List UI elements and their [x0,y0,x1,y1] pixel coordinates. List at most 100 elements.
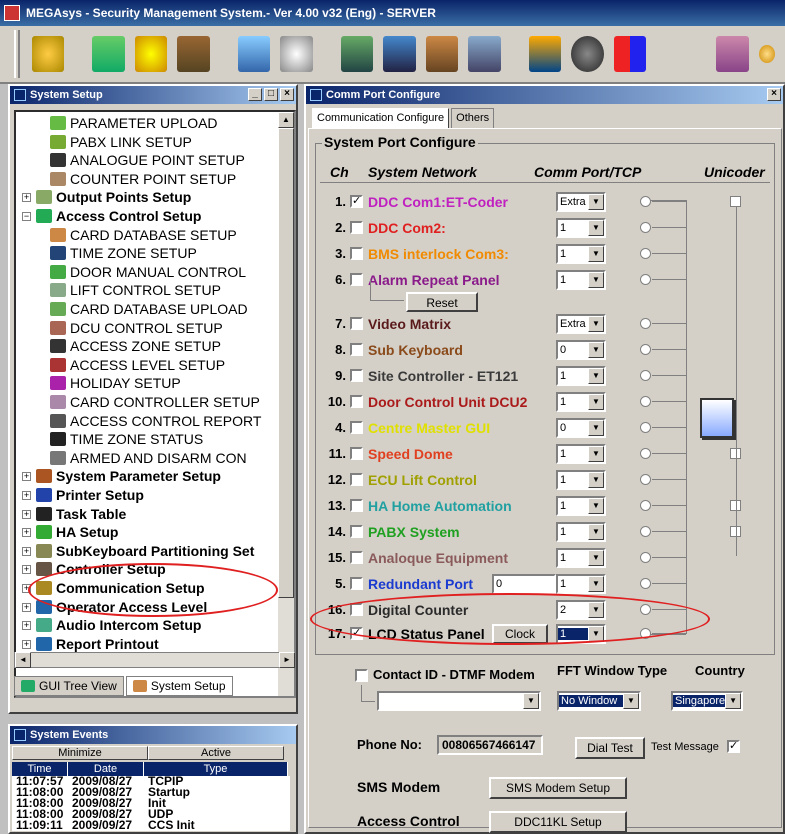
cards-icon[interactable] [177,36,210,72]
tree-item[interactable]: Output Points Setup [36,188,191,206]
country-select[interactable]: Singapore ▼ [671,691,743,711]
expand-toggle[interactable]: + [22,621,31,631]
channel-radio[interactable] [640,422,651,433]
comm-port-select[interactable]: 0 ▼ [556,418,606,438]
expand-toggle[interactable]: + [22,528,31,538]
redundant-ip-field[interactable]: 0 [492,574,556,594]
expand-toggle[interactable]: − [22,212,31,221]
expand-toggle[interactable]: + [22,639,31,649]
tab-gui-tree-view[interactable]: GUI Tree View [14,676,124,696]
close-button[interactable]: × [280,88,294,101]
tree-item[interactable]: ARMED AND DISARM CON [50,449,247,467]
channel-checkbox[interactable] [350,421,363,434]
tree-vertical-scrollbar[interactable]: ▲ [278,112,294,696]
minimize-events-button[interactable]: Minimize [12,746,148,760]
tree-item[interactable]: ACCESS CONTROL REPORT [50,412,261,430]
events-list[interactable]: 11:07:57 2009/08/27 TCPIP 11:08:00 2009/08/2… [12,775,290,831]
tree-item[interactable]: COUNTER POINT SETUP [50,170,236,188]
tree-item[interactable]: Access Control Setup [36,207,201,225]
comm-port-select[interactable]: 1 ▼ [556,366,606,386]
channel-checkbox[interactable] [350,525,363,538]
channel-checkbox[interactable] [350,551,363,564]
comm-port-select[interactable]: 1 ▼ [556,218,606,238]
report-icon[interactable] [340,36,374,72]
globe-icon[interactable] [571,36,604,72]
channel-radio[interactable] [640,552,651,563]
tools-icon[interactable] [468,36,501,72]
active-events-button[interactable]: Active [148,746,284,760]
fft-window-select[interactable]: No Window ▼ [557,691,641,711]
expand-toggle[interactable]: + [22,472,31,482]
comm-port-select[interactable]: 1 ▼ [556,548,606,568]
comm-port-select[interactable]: 1 ▼ [556,496,606,516]
channel-radio[interactable] [640,474,651,485]
minimize-button[interactable]: _ [248,88,262,101]
tree-item[interactable]: CARD DATABASE UPLOAD [50,300,248,318]
reset-button[interactable]: Reset [406,292,478,312]
channel-checkbox[interactable] [350,247,363,260]
tree-item[interactable]: CARD CONTROLLER SETUP [50,393,260,411]
channel-checkbox[interactable] [350,395,363,408]
tree-item[interactable]: TIME ZONE STATUS [50,430,203,448]
tree-item[interactable]: Audio Intercom Setup [36,616,201,634]
tree-item[interactable]: CARD DATABASE SETUP [50,226,237,244]
tree-item[interactable]: ANALOGUE POINT SETUP [50,151,245,169]
tree-item[interactable]: DCU CONTROL SETUP [50,319,223,337]
comm-port-select[interactable]: 1 ▼ [556,270,606,290]
sms-modem-setup-button[interactable]: SMS Modem Setup [489,777,627,799]
ddc11kl-setup-button[interactable]: DDC11KL Setup [489,811,627,833]
expand-toggle[interactable]: + [22,509,31,519]
grid-icon[interactable] [716,36,749,72]
comm-port-select[interactable]: Extra ▼ [556,314,606,334]
channel-radio[interactable] [640,500,651,511]
clock-icon[interactable] [280,36,313,72]
comm-port-select[interactable]: 1 ▼ [556,522,606,542]
expand-toggle[interactable]: + [22,491,31,500]
comm-port-select[interactable]: Extra ▼ [556,192,606,212]
channel-checkbox[interactable] [350,317,363,330]
dial-test-button[interactable]: Dial Test [575,737,645,759]
tab-system-setup[interactable]: System Setup [125,676,233,696]
channel-radio[interactable] [640,344,651,355]
comm-port-select[interactable]: 1 ▼ [556,444,606,464]
close-button[interactable]: × [767,88,781,101]
tree-item[interactable]: HOLIDAY SETUP [50,374,181,392]
channel-radio[interactable] [640,370,651,381]
comm-port-select[interactable]: 0 ▼ [556,340,606,360]
channel-checkbox[interactable] [350,473,363,486]
channel-radio[interactable] [640,448,651,459]
channel-radio[interactable] [640,248,651,259]
doc-icon[interactable] [383,36,416,72]
tree-item[interactable]: TIME ZONE SETUP [50,244,197,262]
channel-radio[interactable] [640,222,651,233]
channel-checkbox[interactable] [350,447,363,460]
tree-item[interactable]: PARAMETER UPLOAD [50,114,218,132]
channel-radio[interactable] [640,196,651,207]
modem-device-icon[interactable] [700,398,734,438]
tree-item[interactable]: PABX LINK SETUP [50,133,192,151]
comm-port-select[interactable]: 1 ▼ [556,392,606,412]
channel-radio[interactable] [640,396,651,407]
maximize-button[interactable]: □ [264,88,278,101]
comm-port-select[interactable]: 1 ▼ [556,574,606,594]
people-icon[interactable] [425,36,459,72]
channel-radio[interactable] [640,526,651,537]
channel-checkbox[interactable] [350,221,363,234]
tree-item[interactable]: ACCESS ZONE SETUP [50,337,221,355]
toolbar-grip[interactable] [14,30,20,78]
channel-checkbox[interactable] [350,273,363,286]
network-icon[interactable] [92,36,125,72]
expand-toggle[interactable]: + [22,602,31,612]
test-message-checkbox[interactable]: ✓ [727,740,740,753]
tree-horizontal-scrollbar[interactable]: ◄ ► [14,652,296,668]
palette-icon[interactable] [613,36,647,72]
scroll-right-button[interactable]: ► [279,652,295,668]
tree-item[interactable]: HA Setup [36,523,118,541]
expand-toggle[interactable]: + [22,193,31,203]
tab-communication-configure[interactable]: Communication Configure [312,108,450,128]
channel-radio[interactable] [640,318,651,329]
event-row[interactable]: 11:09:11 2009/09/27 CCS Init [12,819,290,831]
scroll-thumb[interactable] [278,128,294,598]
comm-port-select[interactable]: 1 ▼ [556,470,606,490]
tree-item[interactable]: System Parameter Setup [36,467,221,485]
